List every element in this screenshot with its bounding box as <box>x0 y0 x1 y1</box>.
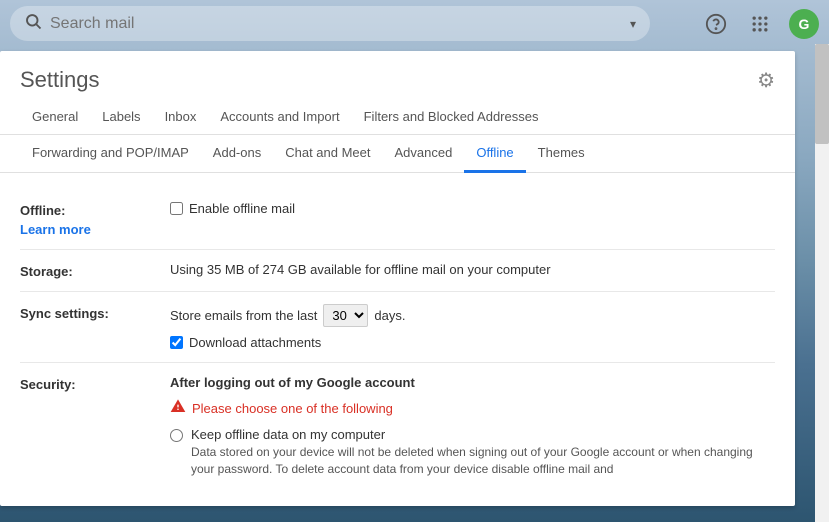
tab-chat-meet[interactable]: Chat and Meet <box>273 135 382 173</box>
storage-text: Using 35 MB of 274 GB available for offl… <box>170 262 551 277</box>
search-dropdown-icon[interactable]: ▾ <box>630 17 636 31</box>
sync-setting-row: Sync settings: Store emails from the las… <box>20 292 775 363</box>
settings-title: Settings <box>20 67 100 93</box>
search-icon <box>24 12 42 35</box>
sync-suffix: days. <box>374 308 405 323</box>
avatar[interactable]: G <box>789 9 819 39</box>
sync-label: Sync settings: <box>20 304 150 321</box>
warning-text: Please choose one of the following <box>192 401 393 416</box>
tab-general[interactable]: General <box>20 101 90 135</box>
offline-label: Offline: Learn more <box>20 201 150 237</box>
warning-icon <box>170 398 186 419</box>
sync-content: Store emails from the last 30 7 14 60 90… <box>170 304 775 350</box>
tab-offline[interactable]: Offline <box>464 135 525 173</box>
sync-prefix: Store emails from the last <box>170 308 317 323</box>
security-title: After logging out of my Google account <box>170 375 775 390</box>
offline-content: Enable offline mail <box>170 201 775 216</box>
tab-inbox[interactable]: Inbox <box>153 101 209 135</box>
keep-offline-text-block: Keep offline data on my computer Data st… <box>191 427 775 478</box>
keep-offline-option: Keep offline data on my computer Data st… <box>170 427 775 478</box>
tab-themes[interactable]: Themes <box>526 135 597 173</box>
offline-label-text: Offline: <box>20 203 150 218</box>
search-container: ▾ <box>10 6 650 41</box>
content-area: Offline: Learn more Enable offline mail … <box>0 173 795 506</box>
download-attachments-label: Download attachments <box>189 335 321 350</box>
keep-offline-desc: Data stored on your device will not be d… <box>191 444 775 478</box>
top-bar: ▾ G <box>0 0 829 47</box>
settings-panel: Settings ⚙ General Labels Inbox Accounts… <box>0 51 795 506</box>
tabs-row1: General Labels Inbox Accounts and Import… <box>0 93 795 135</box>
download-attachments-checkbox[interactable] <box>170 336 183 349</box>
keep-offline-label: Keep offline data on my computer <box>191 427 775 442</box>
security-content: After logging out of my Google account P… <box>170 375 775 478</box>
settings-header: Settings ⚙ <box>0 51 795 93</box>
enable-offline-label: Enable offline mail <box>189 201 295 216</box>
settings-gear-icon[interactable]: ⚙ <box>757 68 775 93</box>
tab-labels[interactable]: Labels <box>90 101 152 135</box>
offline-setting-row: Offline: Learn more Enable offline mail <box>20 189 775 250</box>
tab-addons[interactable]: Add-ons <box>201 135 273 173</box>
security-setting-row: Security: After logging out of my Google… <box>20 363 775 490</box>
tab-filters-blocked[interactable]: Filters and Blocked Addresses <box>352 101 551 135</box>
days-select[interactable]: 30 7 14 60 90 <box>323 304 368 327</box>
storage-label: Storage: <box>20 262 150 279</box>
storage-content: Using 35 MB of 274 GB available for offl… <box>170 262 775 277</box>
download-row: Download attachments <box>170 335 775 350</box>
security-label: Security: <box>20 375 150 392</box>
top-bar-right: G <box>701 9 819 39</box>
tab-accounts-import[interactable]: Accounts and Import <box>208 101 351 135</box>
enable-offline-checkbox[interactable] <box>170 202 183 215</box>
storage-setting-row: Storage: Using 35 MB of 274 GB available… <box>20 250 775 292</box>
enable-offline-row: Enable offline mail <box>170 201 775 216</box>
tab-forwarding[interactable]: Forwarding and POP/IMAP <box>20 135 201 173</box>
help-button[interactable] <box>701 9 731 39</box>
search-input[interactable] <box>50 15 622 33</box>
scrollbar-thumb[interactable] <box>815 44 829 144</box>
tabs-row2: Forwarding and POP/IMAP Add-ons Chat and… <box>0 135 795 173</box>
learn-more-link[interactable]: Learn more <box>20 222 150 237</box>
apps-button[interactable] <box>745 9 775 39</box>
keep-offline-radio[interactable] <box>170 429 183 442</box>
sync-row: Store emails from the last 30 7 14 60 90… <box>170 304 775 350</box>
warning-row: Please choose one of the following <box>170 398 775 419</box>
days-row: Store emails from the last 30 7 14 60 90… <box>170 304 775 327</box>
tab-advanced[interactable]: Advanced <box>383 135 465 173</box>
